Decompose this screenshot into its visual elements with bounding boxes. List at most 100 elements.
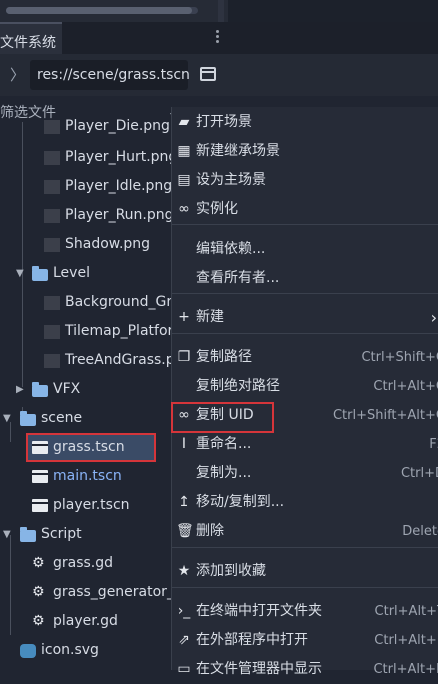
external-icon: ⇗ xyxy=(178,632,190,648)
image-thumbnail-icon xyxy=(44,120,60,134)
scene-icon xyxy=(32,470,48,483)
menu-item-label: 移动/复制到... xyxy=(196,494,285,510)
tree-file-row[interactable]: icon.svg xyxy=(0,636,170,665)
tree-item-label: scene xyxy=(41,410,83,426)
tree-item-label: TreeAndGrass.p xyxy=(65,352,175,368)
tree-item-label: icon.svg xyxy=(41,642,99,658)
menu-item-label: 实例化 xyxy=(196,201,238,217)
menu-item-label: 设为主场景 xyxy=(196,172,266,188)
tree-file-row[interactable]: main.tscn xyxy=(0,462,170,491)
image-thumbnail-icon xyxy=(44,325,60,339)
tree-item-label: Player_Idle.png xyxy=(65,178,173,194)
tree-file-row[interactable]: ⚙ grass.gd xyxy=(0,549,170,578)
tree-file-row[interactable]: TreeAndGrass.p xyxy=(0,346,175,375)
dock-menu-icon[interactable] xyxy=(214,28,220,46)
tree-item-label: VFX xyxy=(53,381,81,397)
menu-item[interactable]: ★ 添加到收藏 xyxy=(172,557,438,586)
menu-separator xyxy=(172,224,438,225)
tree-item-label: Level xyxy=(53,265,90,281)
tree-file-row[interactable]: ⚙ grass_generator_t xyxy=(0,578,179,607)
tree-file-row[interactable]: Player_Hurt.png xyxy=(0,143,177,172)
menu-item[interactable]: 编辑依赖... xyxy=(172,235,438,264)
menu-item-label: 编辑依赖... xyxy=(196,241,266,257)
menu-item-shortcut: Ctrl+Shift+Alt+C xyxy=(332,408,438,423)
scene-icon xyxy=(32,441,48,454)
chevron-down-icon[interactable]: ▼ xyxy=(3,404,11,433)
folder-icon xyxy=(20,527,36,542)
menu-item-shortcut: Ctrl+Alt+T xyxy=(374,604,438,619)
menu-item[interactable]: ▤ 设为主场景 xyxy=(172,166,438,195)
chevron-right-icon[interactable]: ▶ xyxy=(16,375,24,404)
forward-chevron-icon[interactable]: 〉 xyxy=(10,64,25,85)
menu-item[interactable]: 复制绝对路径 Ctrl+Alt+C xyxy=(172,372,438,401)
tree-item-label: main.tscn xyxy=(53,468,122,484)
menu-item[interactable]: ∞ 实例化 xyxy=(172,195,438,224)
tree-folder-row[interactable]: ▼ scene xyxy=(0,404,170,433)
folder-icon xyxy=(32,382,48,397)
star-icon: ★ xyxy=(177,563,191,579)
menu-item-label: 添加到收藏 xyxy=(196,563,266,579)
menu-item[interactable]: ▰ 打开场景 xyxy=(172,108,438,137)
tree-folder-row[interactable]: ▼ Level xyxy=(0,259,170,288)
tree-item-label: grass_generator_t xyxy=(53,584,180,600)
tree-file-row[interactable]: Player_Run.png xyxy=(0,201,174,230)
path-field[interactable]: res://scene/grass.tscn xyxy=(30,60,190,90)
menu-item[interactable]: + 新建 › xyxy=(172,303,438,332)
tree-file-row[interactable]: player.tscn xyxy=(0,491,170,520)
tree-file-row[interactable]: Tilemap_Platforr xyxy=(0,317,179,346)
menu-item[interactable]: ⇗ 在外部程序中打开 Ctrl+Alt+E xyxy=(172,626,438,655)
menu-item-shortcut: Ctrl+Alt+C xyxy=(373,379,438,394)
panel-divider[interactable] xyxy=(218,0,224,22)
main-scene-icon: ▤ xyxy=(177,172,191,188)
folder-icon xyxy=(20,411,36,426)
menu-item-shortcut: Ctrl+Shift+C xyxy=(361,350,438,365)
new-inherited-scene-icon: ▦ xyxy=(177,143,191,159)
tab-filesystem-label: 文件系统 xyxy=(0,35,56,51)
context-menu: ▰ 打开场景 ▦ 新建继承场景 ▤ 设为主场景 ∞ 实例化编辑依赖... 查看所有者... + 新建… xyxy=(171,107,438,677)
file-tree: Player_Die.png Player_Hurt.png Player_Idle… xyxy=(0,118,181,670)
menu-item-label: 打开场景 xyxy=(196,114,252,130)
menu-item-label: 新建继承场景 xyxy=(196,143,280,159)
folder-icon xyxy=(32,266,48,281)
tree-item-label: grass.tscn xyxy=(53,439,125,455)
tree-item-label: grass.gd xyxy=(53,555,114,571)
split-view-icon[interactable] xyxy=(200,67,216,81)
menu-item[interactable]: 查看所有者... xyxy=(172,264,438,293)
chevron-down-icon[interactable]: ▼ xyxy=(16,259,24,288)
menu-item[interactable]: I 重命名... F2 xyxy=(172,430,438,459)
image-thumbnail-icon xyxy=(44,209,60,223)
tree-file-row[interactable]: Background_Gra xyxy=(0,288,181,317)
gdscript-icon: ⚙ xyxy=(32,584,45,600)
menu-separator xyxy=(172,547,438,548)
menu-item-label: 查看所有者... xyxy=(196,270,280,286)
tree-item-label: Player_Die.png xyxy=(65,118,170,134)
copy-uid-highlight xyxy=(171,402,274,433)
menu-item-label: 新建 xyxy=(196,309,224,325)
image-thumbnail-icon xyxy=(44,151,60,165)
menu-item[interactable]: ›_ 在终端中打开文件夹 Ctrl+Alt+T xyxy=(172,597,438,626)
menu-item[interactable]: 🗑删除 Delete xyxy=(172,517,438,546)
menu-item[interactable]: 复制为... Ctrl+D xyxy=(172,459,438,488)
link-icon: ∞ xyxy=(178,201,190,217)
menu-item[interactable]: ▦ 新建继承场景 xyxy=(172,137,438,166)
menu-item-label: 在外部程序中打开 xyxy=(196,632,308,648)
chevron-down-icon[interactable]: ▼ xyxy=(3,520,11,549)
tree-item-label: Player_Hurt.png xyxy=(65,149,178,165)
image-thumbnail-icon xyxy=(44,296,60,310)
menu-item[interactable]: ❐ 复制路径 Ctrl+Shift+C xyxy=(172,343,438,372)
menu-separator xyxy=(172,293,438,294)
image-thumbnail-icon xyxy=(44,354,60,368)
tree-file-row[interactable]: Player_Idle.png xyxy=(0,172,173,201)
menu-item-shortcut: Delete xyxy=(402,524,438,539)
menu-item[interactable]: ↥ 移动/复制到... xyxy=(172,488,438,517)
terminal-icon: ›_ xyxy=(177,603,191,619)
tree-folder-row[interactable]: ▼ Script xyxy=(0,520,170,549)
tree-file-row[interactable]: grass.tscn xyxy=(0,433,170,462)
tree-file-row[interactable]: ⚙ player.gd xyxy=(0,607,170,636)
image-thumbnail-icon xyxy=(44,238,60,252)
menu-separator xyxy=(172,587,438,588)
tree-file-row[interactable]: Player_Die.png xyxy=(0,112,170,141)
scrollbar-thumb[interactable] xyxy=(6,7,192,14)
tree-folder-row[interactable]: ▶ VFX xyxy=(0,375,170,404)
tree-file-row[interactable]: Shadow.png xyxy=(0,230,170,259)
